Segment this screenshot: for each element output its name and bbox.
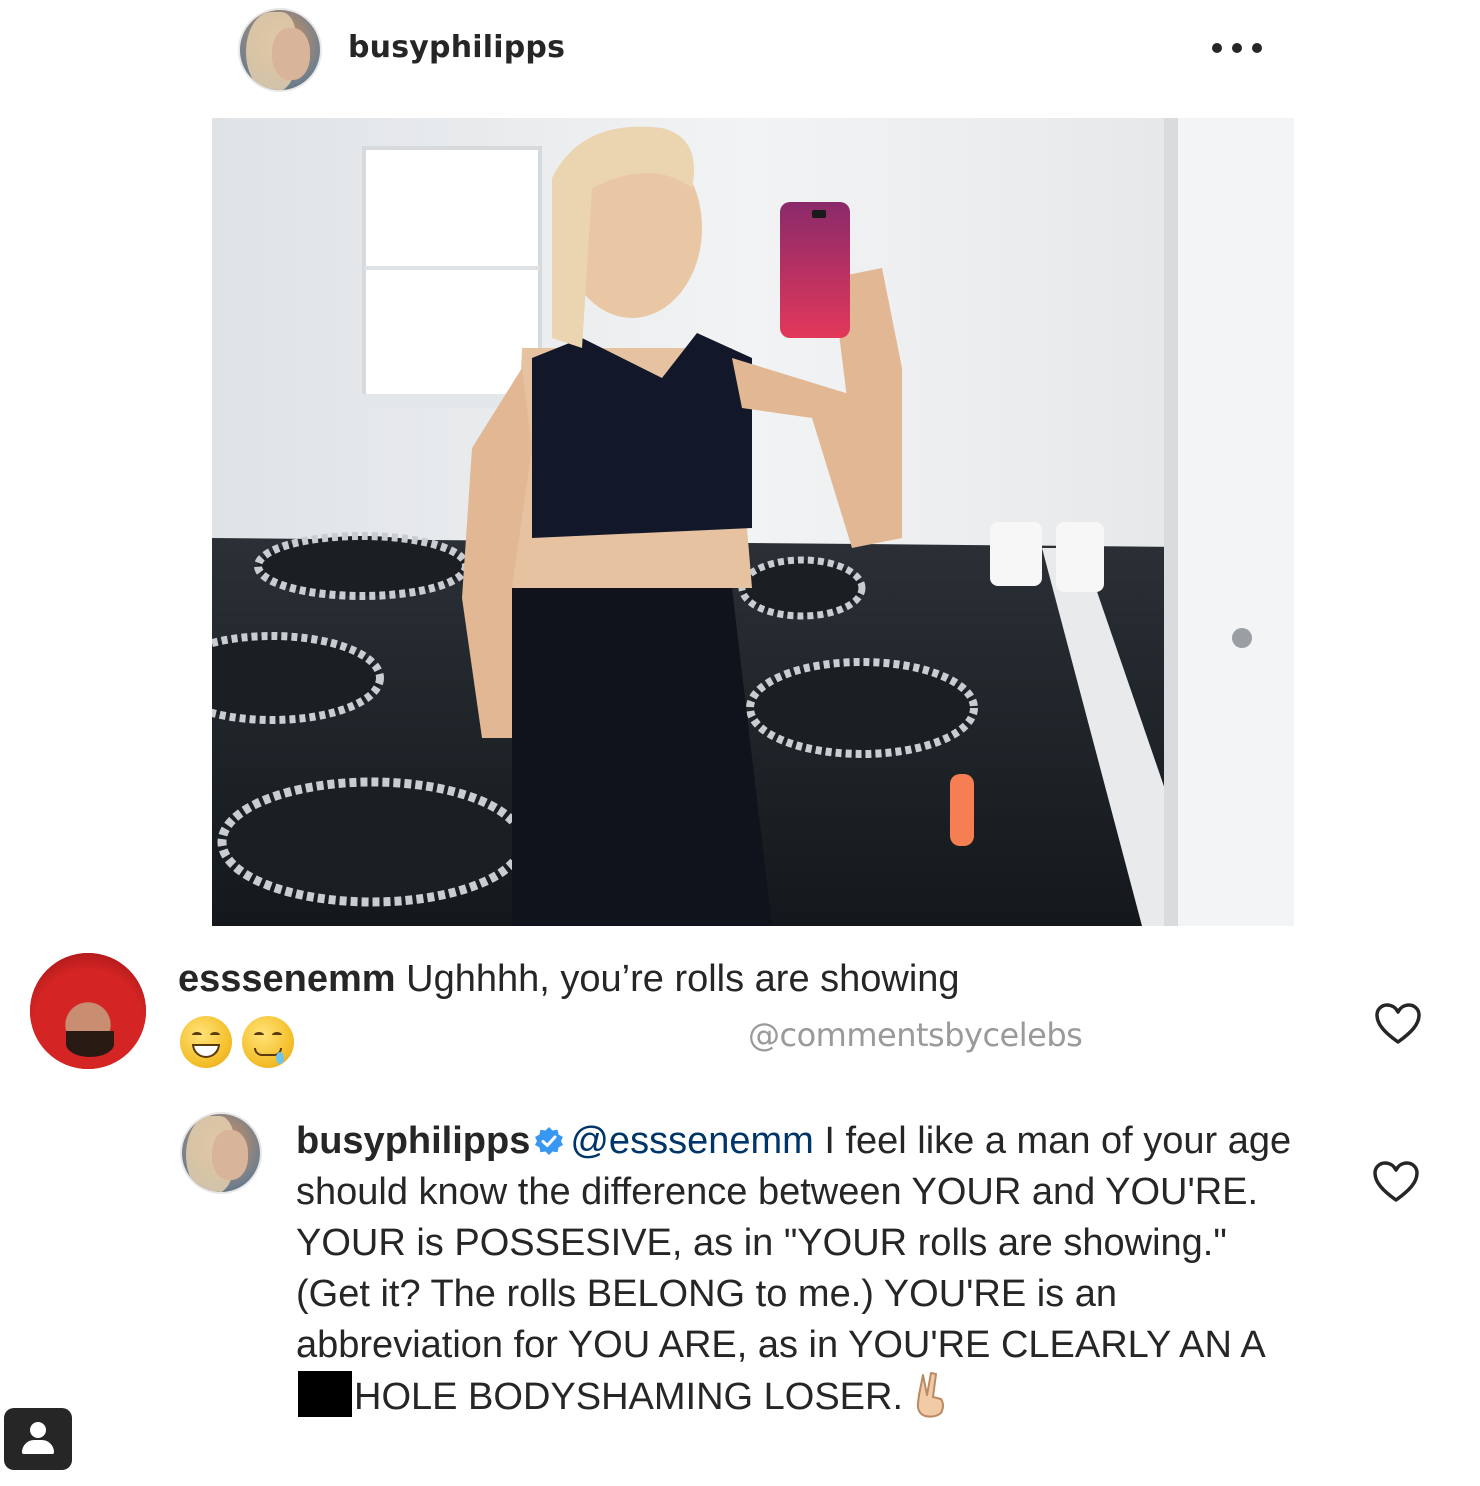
like-heart-icon[interactable] [1374,1002,1422,1046]
comment-1-emojis [180,1016,294,1068]
emoji-eye [272,1032,282,1038]
comment-1-body: Ughhhh, you’re rolls are showing [406,958,960,1000]
comment-2: busyphilipps @esssenemm I feel like a ma… [296,1116,1306,1423]
dot [1232,43,1242,53]
comment-2-username[interactable]: busyphilipps [296,1120,530,1162]
like-heart-icon[interactable] [1372,1160,1420,1204]
gym-selfie-illustration [212,118,1294,926]
victory-hand-emoji-icon [916,1372,945,1418]
dot [1252,43,1262,53]
more-options-icon[interactable] [1212,38,1262,58]
redaction-bar [298,1371,352,1417]
commenter-avatar[interactable] [30,953,146,1069]
post-author-avatar[interactable] [238,8,322,92]
comment-1-username[interactable]: esssenemm [178,958,396,1000]
emoji-drool [276,1052,284,1064]
avatar-face [272,28,310,80]
emoji-eye [192,1032,202,1038]
watermark: @commentsbycelebs [748,1016,1083,1054]
reply-author-avatar[interactable] [180,1112,262,1194]
post-author-username[interactable]: busyphilipps [348,30,565,65]
verified-badge-icon [535,1127,564,1155]
avatar-face [212,1130,248,1180]
dot [1212,43,1222,53]
comment-1: esssenemm Ughhhh, you’re rolls are showi… [178,954,1178,1005]
profile-icon-body [22,1440,54,1454]
comment-2-body-part2: HOLE BODYSHAMING LOSER. [354,1376,904,1418]
emoji-mouth [192,1044,220,1058]
profile-icon-head [30,1422,46,1438]
post-photo[interactable] [212,118,1294,926]
profile-tab-icon[interactable] [4,1408,72,1470]
avatar-beard [66,1031,114,1057]
drooling-emoji-icon [242,1016,294,1068]
comment-2-mention[interactable]: @esssenemm [570,1120,813,1162]
grinning-emoji-icon [180,1016,232,1068]
emoji-eye [210,1032,220,1038]
emoji-eye [254,1032,264,1038]
